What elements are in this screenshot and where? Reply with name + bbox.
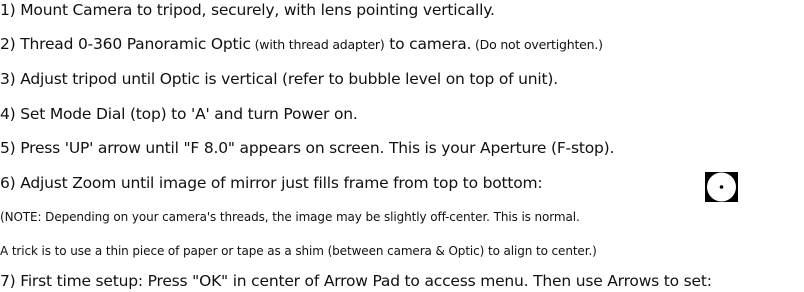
- center-dot-icon: [719, 185, 724, 189]
- note-line-2: A trick is to use a thin piece of paper …: [0, 244, 597, 258]
- step-5: 5) Press 'UP' arrow until "F 8.0" appear…: [0, 139, 615, 157]
- step-6: 6) Adjust Zoom until image of mirror jus…: [0, 174, 543, 192]
- step-7: 7) First time setup: Press "OK" in cente…: [0, 272, 712, 290]
- step-4: 4) Set Mode Dial (top) to 'A' and turn P…: [0, 105, 358, 123]
- step-2-main: 2) Thread 0-360 Panoramic Optic: [0, 35, 251, 53]
- step-3: 3) Adjust tripod until Optic is vertical…: [0, 70, 558, 88]
- step-1: 1) Mount Camera to tripod, securely, wit…: [0, 1, 495, 19]
- step-2-note: (Do not overtighten.): [471, 37, 603, 52]
- note-line-1: (NOTE: Depending on your camera's thread…: [0, 210, 580, 224]
- step-2-adapter: (with thread adapter): [250, 37, 385, 52]
- instructions-document: 1) Mount Camera to tripod, securely, wit…: [0, 0, 804, 292]
- mirror-frame-figure: [705, 172, 738, 202]
- step-2-rest: to camera.: [384, 35, 472, 53]
- step-2: 2) Thread 0-360 Panoramic Optic (with th…: [0, 34, 603, 55]
